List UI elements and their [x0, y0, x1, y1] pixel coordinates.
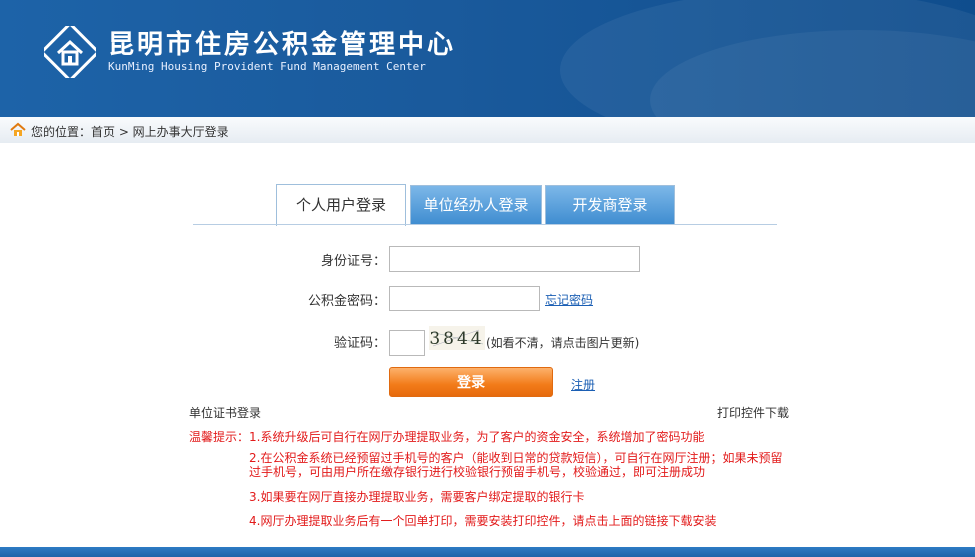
- footer-bar: [0, 547, 975, 557]
- tip-item: 1.系统升级后可自行在网厅办理提取业务，为了客户的资金安全，系统增加了密码功能: [249, 430, 705, 444]
- id-number-label: 身份证号：: [320, 254, 386, 269]
- password-input[interactable]: [389, 286, 540, 311]
- site-title: 昆明市住房公积金管理中心: [108, 30, 457, 60]
- tab-personal-login[interactable]: 个人用户登录: [276, 184, 406, 226]
- site-subtitle: KunMing Housing Provident Fund Managemen…: [108, 60, 426, 73]
- captcha-image[interactable]: 3844: [429, 326, 485, 350]
- register-link[interactable]: 注册: [571, 376, 595, 393]
- forgot-password-link[interactable]: 忘记密码: [545, 291, 593, 308]
- login-button[interactable]: 登录: [389, 367, 553, 397]
- main-content: 个人用户登录 单位经办人登录 开发商登录 身份证号： 公积金密码： 忘记密码 验…: [0, 143, 975, 552]
- print-control-download-link[interactable]: 打印控件下载: [717, 404, 789, 421]
- house-logo-icon: [44, 26, 96, 78]
- tab-developer-login[interactable]: 开发商登录: [545, 185, 675, 225]
- breadcrumb: 您的位置：首页 > 网上办事大厅登录: [0, 117, 975, 144]
- captcha-input[interactable]: [389, 330, 425, 356]
- home-icon[interactable]: [10, 122, 26, 138]
- tip-item: 3.如果要在网厅直接办理提取业务，需要客户绑定提取的银行卡: [249, 490, 585, 504]
- tip-item: 4.网厅办理提取业务后有一个回单打印，需要安装打印控件，请点击上面的链接下载安装: [249, 514, 717, 528]
- site-header: 昆明市住房公积金管理中心 KunMing Housing Provident F…: [0, 0, 975, 117]
- breadcrumb-text: 您的位置：首页 > 网上办事大厅登录: [31, 125, 229, 139]
- tips-label: 温馨提示：: [189, 430, 250, 444]
- captcha-label: 验证码：: [333, 336, 386, 351]
- tabs-divider: [193, 224, 777, 225]
- password-label: 公积金密码：: [307, 294, 386, 309]
- cert-login-link[interactable]: 单位证书登录: [189, 404, 261, 421]
- tip-item: 2.在公积金系统已经预留过手机号的客户（能收到日常的贷款短信），可自行在网厅注册…: [249, 451, 783, 479]
- tab-unit-operator-login[interactable]: 单位经办人登录: [410, 185, 542, 225]
- id-number-input[interactable]: [389, 246, 640, 272]
- captcha-hint: (如看不清，请点击图片更新): [486, 336, 640, 350]
- captcha-text: 3844: [429, 329, 484, 349]
